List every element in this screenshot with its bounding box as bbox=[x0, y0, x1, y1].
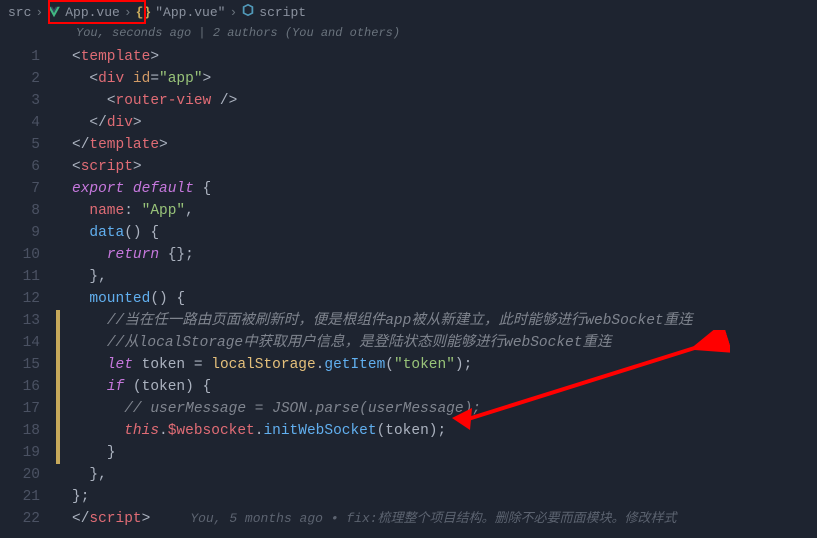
code-line: //当在任一路由页面被刷新时，便是根组件app被从新建立，此时能够进行webSo… bbox=[60, 310, 817, 332]
code-line: </template> bbox=[60, 134, 817, 156]
code-line: name: "App", bbox=[60, 200, 817, 222]
code-line: return {}; bbox=[60, 244, 817, 266]
line-number: 18 bbox=[0, 420, 40, 442]
code-line: }, bbox=[60, 464, 817, 486]
line-number: 5 bbox=[0, 134, 40, 156]
code-line: <router-view /> bbox=[60, 90, 817, 112]
code-line: let token = localStorage.getItem("token"… bbox=[60, 354, 817, 376]
chevron-right-icon: › bbox=[35, 5, 43, 20]
breadcrumb-script-label: script bbox=[259, 5, 306, 20]
breadcrumb-src-label: src bbox=[8, 5, 31, 20]
line-number: 1 bbox=[0, 46, 40, 68]
line-number: 3 bbox=[0, 90, 40, 112]
code-line: } bbox=[60, 442, 817, 464]
line-number: 2 bbox=[0, 68, 40, 90]
line-number: 19 bbox=[0, 442, 40, 464]
code-line: if (token) { bbox=[60, 376, 817, 398]
code-line: //从localStorage中获取用户信息，是登陆状态则能够进行webSock… bbox=[60, 332, 817, 354]
breadcrumb: src › App.vue › {} "App.vue" › script bbox=[0, 0, 817, 24]
code-line: this.$websocket.initWebSocket(token); bbox=[60, 420, 817, 442]
line-number: 22 bbox=[0, 508, 40, 530]
braces-icon: {} bbox=[136, 5, 152, 20]
line-number-gutter: 1 2 3 4 5 6 7 8 9 10 11 12 13 14 15 16 1… bbox=[0, 46, 56, 530]
breadcrumb-symbol[interactable]: {} "App.vue" bbox=[136, 5, 226, 20]
chevron-right-icon: › bbox=[124, 5, 132, 20]
breadcrumb-symbol-label: "App.vue" bbox=[155, 5, 225, 20]
line-number: 13 bbox=[0, 310, 40, 332]
line-number: 7 bbox=[0, 178, 40, 200]
line-number: 6 bbox=[0, 156, 40, 178]
line-number: 14 bbox=[0, 332, 40, 354]
code-line: }, bbox=[60, 266, 817, 288]
line-number: 15 bbox=[0, 354, 40, 376]
line-number: 12 bbox=[0, 288, 40, 310]
chevron-right-icon: › bbox=[229, 5, 237, 20]
line-number: 17 bbox=[0, 398, 40, 420]
gitlens-blame-top: You, seconds ago | 2 authors (You and ot… bbox=[0, 24, 817, 46]
line-number: 21 bbox=[0, 486, 40, 508]
code-area[interactable]: <template> <div id="app"> <router-view /… bbox=[60, 46, 817, 530]
code-line: </div> bbox=[60, 112, 817, 134]
line-number: 8 bbox=[0, 200, 40, 222]
vue-icon bbox=[47, 5, 61, 19]
breadcrumb-script[interactable]: script bbox=[241, 3, 306, 21]
code-line: data() { bbox=[60, 222, 817, 244]
gitlens-blame-inline: You, 5 months ago • fix:梳理整个项目结构。删除不必要而面… bbox=[190, 511, 676, 526]
code-line: }; bbox=[60, 486, 817, 508]
line-number: 10 bbox=[0, 244, 40, 266]
code-line: <script> bbox=[60, 156, 817, 178]
line-number: 16 bbox=[0, 376, 40, 398]
code-line: export default { bbox=[60, 178, 817, 200]
cube-icon bbox=[241, 3, 255, 21]
line-number: 20 bbox=[0, 464, 40, 486]
code-line: // userMessage = JSON.parse(userMessage)… bbox=[60, 398, 817, 420]
breadcrumb-src[interactable]: src bbox=[8, 5, 31, 20]
line-number: 11 bbox=[0, 266, 40, 288]
breadcrumb-file[interactable]: App.vue bbox=[47, 5, 120, 20]
code-line: <div id="app"> bbox=[60, 68, 817, 90]
code-line: mounted() { bbox=[60, 288, 817, 310]
code-line: <template> bbox=[60, 46, 817, 68]
breadcrumb-file-label: App.vue bbox=[65, 5, 120, 20]
code-line: </script>You, 5 months ago • fix:梳理整个项目结… bbox=[60, 508, 817, 530]
line-number: 9 bbox=[0, 222, 40, 244]
line-number: 4 bbox=[0, 112, 40, 134]
code-editor[interactable]: 1 2 3 4 5 6 7 8 9 10 11 12 13 14 15 16 1… bbox=[0, 46, 817, 530]
